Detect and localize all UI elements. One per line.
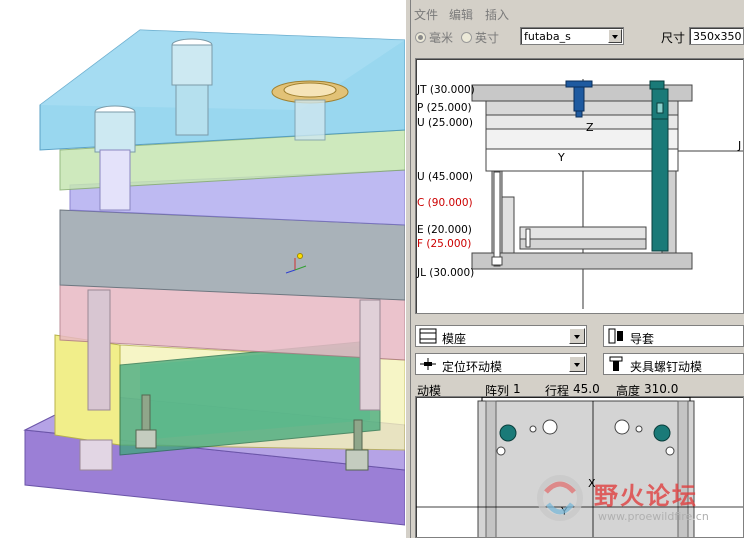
mold-section-view[interactable]: Z Y J JT (30.000) P (25.000) U (25.000) … [415, 58, 744, 314]
unit-mm-radio[interactable]: 毫米 [415, 29, 453, 46]
watermark-logo-icon [537, 475, 583, 521]
guide-pin [649, 80, 665, 90]
mold-base-dialog: 文件 编辑 插入 毫米 英寸 futaba_s 尺寸 350x350 Z Y J… [411, 0, 744, 538]
stroke-value: 45.0 [573, 382, 600, 396]
locating-ring-icon [420, 358, 436, 370]
menu-edit[interactable]: 编辑 [449, 6, 473, 23]
height-value: 310.0 [644, 382, 679, 396]
menu-file[interactable]: 文件 [414, 6, 438, 23]
component-list-select[interactable]: 导套 [603, 325, 744, 347]
array-value: 1 [513, 382, 521, 396]
clamp-screw-icon [609, 356, 623, 371]
menu-insert[interactable]: 插入 [485, 6, 509, 23]
guide-bushing-icon [608, 328, 623, 344]
watermark-name: 野火论坛 [594, 482, 698, 510]
radio-icon [461, 32, 472, 43]
plate-label: U (25.000) [417, 117, 473, 129]
component-type-select[interactable]: 模座 [415, 325, 587, 347]
3d-viewport[interactable] [0, 0, 405, 538]
subcomponent-select[interactable]: 夹具螺钉动模 [603, 353, 744, 375]
mold-3d-model [23, 29, 405, 526]
placement-select[interactable]: 定位环动模 [415, 353, 587, 375]
plate-label: U (45.000) [417, 171, 473, 183]
radio-icon [415, 32, 426, 43]
axis-z-label: Z [586, 121, 594, 134]
cavity-plate-b [59, 209, 405, 301]
plate-label: C (90.000) [417, 197, 473, 209]
watermark: 野火论坛 www.proewildfire.cn [532, 470, 742, 530]
catalog-select[interactable]: futaba_s [520, 27, 624, 45]
menu-bar: 文件 编辑 插入 [411, 0, 744, 22]
size-field[interactable]: 350x350 [689, 27, 744, 45]
unit-inch-radio[interactable]: 英寸 [461, 29, 499, 46]
sprue-bushing [565, 80, 593, 88]
dropdown-arrow-icon[interactable] [569, 328, 585, 344]
plate-label: F (25.000) [417, 238, 472, 250]
svg-text:J: J [737, 139, 741, 152]
dropdown-arrow-icon[interactable] [608, 29, 622, 43]
axis-y-label: Y [557, 151, 565, 164]
size-label: 尺寸 [661, 31, 686, 45]
plate-label: E (20.000) [417, 224, 472, 236]
plate-label: P (25.000) [417, 102, 472, 114]
plate-label: JL (30.000) [417, 267, 475, 279]
watermark-url: www.proewildfire.cn [598, 510, 709, 523]
plate-label: JT (30.000) [417, 84, 475, 96]
dropdown-arrow-icon[interactable] [569, 356, 585, 372]
mold-base-icon [419, 328, 437, 344]
guide-pillar [87, 289, 111, 411]
guide-hole [499, 424, 517, 442]
